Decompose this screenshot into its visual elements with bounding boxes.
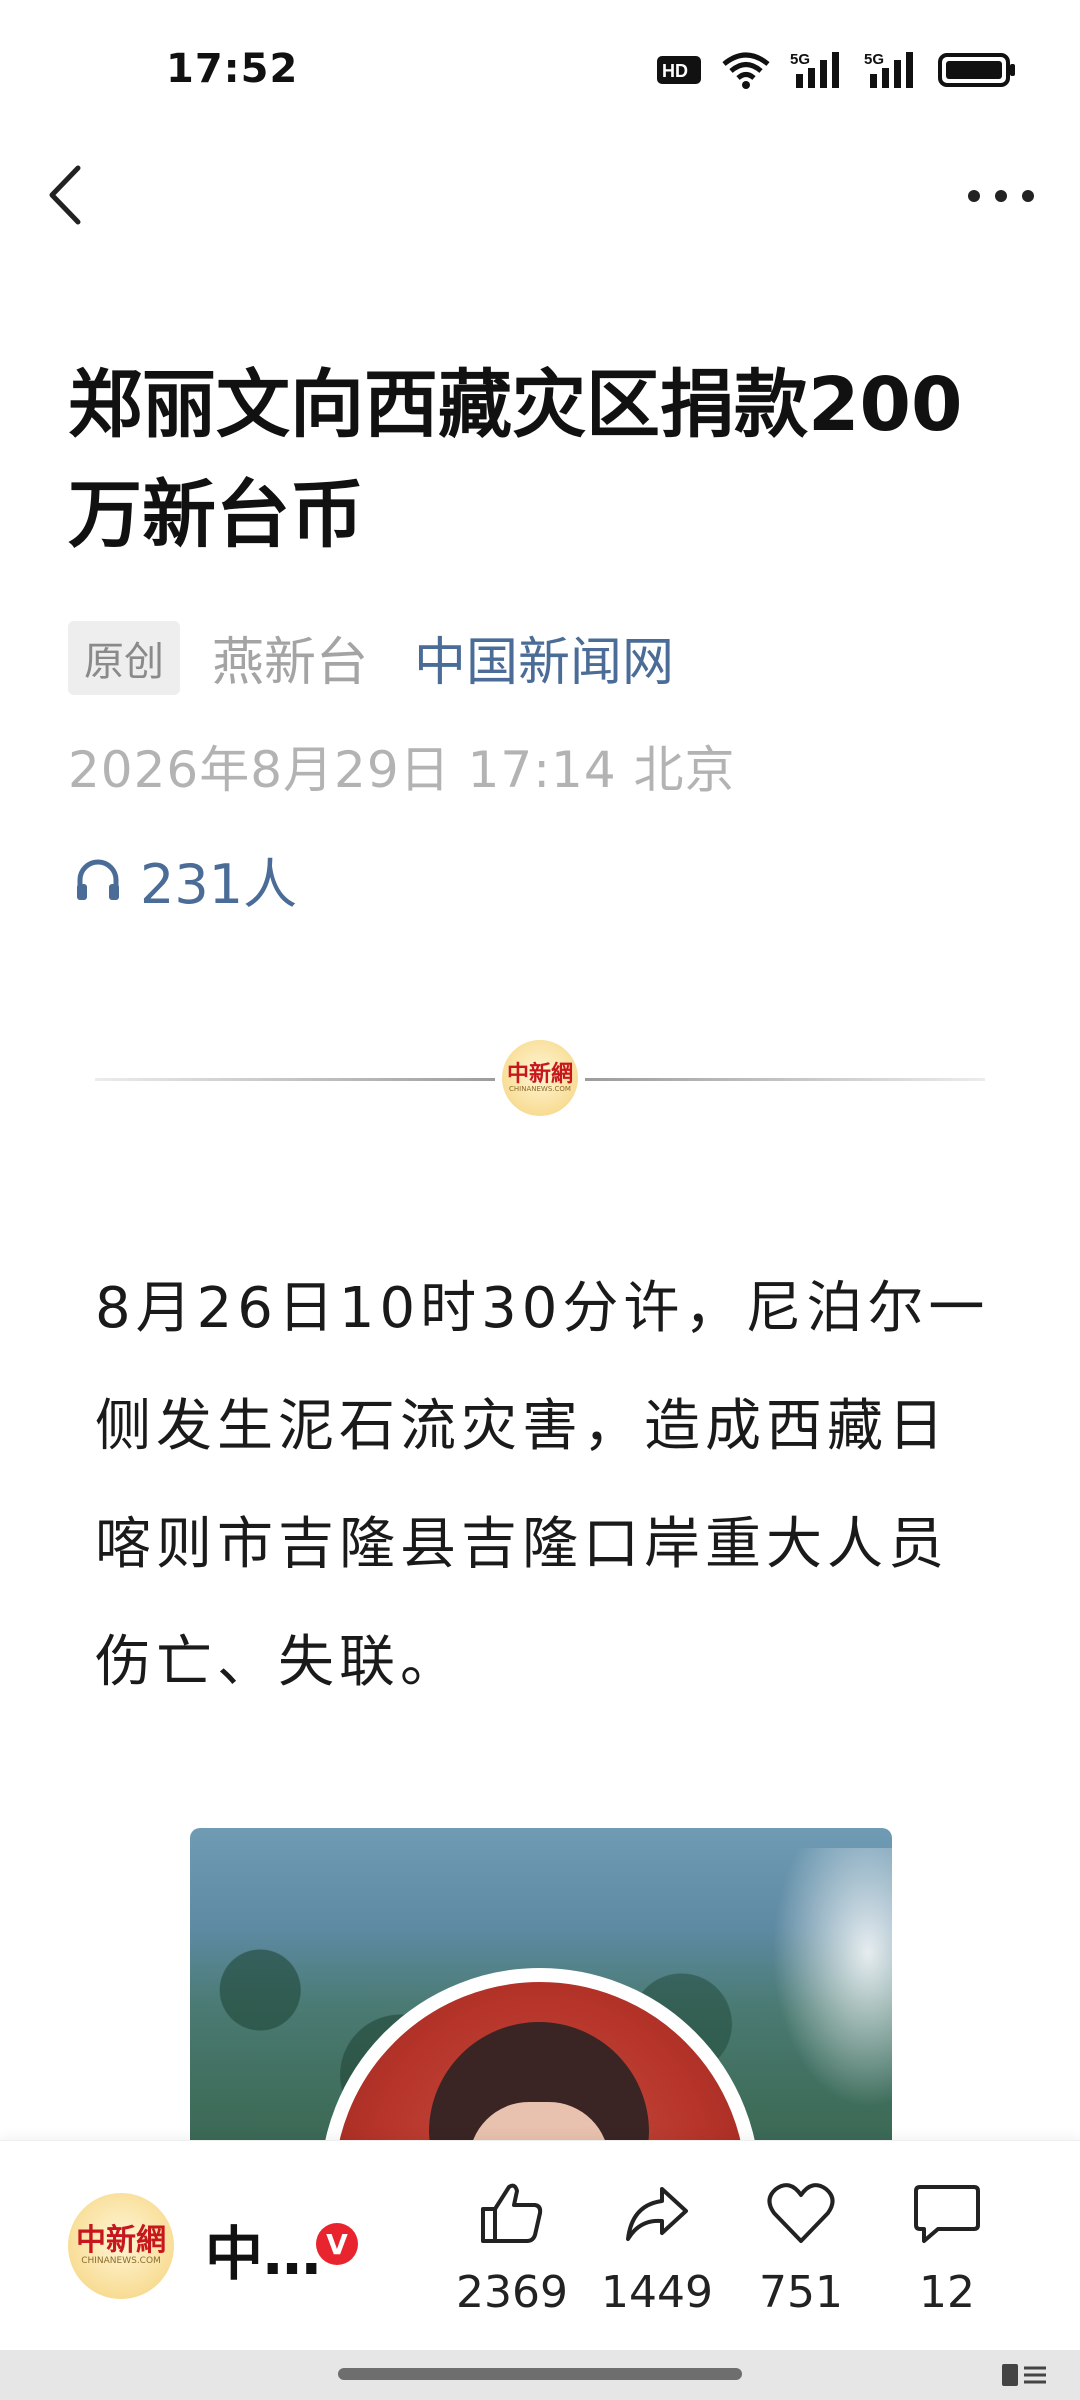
thumbs-up-icon [481,2183,543,2243]
svg-text:5G: 5G [790,51,810,68]
source-link[interactable]: 中国新闻网 [414,620,674,695]
wifi-icon [722,52,770,89]
comment-button[interactable]: 12 [882,2177,1012,2318]
signal-5g-icon: 5G [790,51,839,88]
chinanews-logo: 中新網 CHINANEWS.COM [502,1040,578,1116]
like-count: 2369 [456,2267,568,2318]
hd-icon: HD [657,56,701,84]
original-tag: 原创 [68,620,180,695]
publish-datetime: 2026年8月29日 17:14 北京 [68,741,736,799]
like-button[interactable]: 2369 [447,2177,577,2318]
home-gesture-pill[interactable] [338,2368,742,2380]
headphones-icon [77,859,119,900]
listener-count: 231人 [140,853,298,916]
battery-icon [938,53,1015,87]
listen-button[interactable]: 231人 [72,840,297,919]
signal-5g-icon: 5G [864,51,913,88]
account-name[interactable]: 中… [205,2207,321,2291]
article-paragraph: 8月26日10时30分许，尼泊尔一侧发生泥石流灾害，造成西藏日喀则市吉隆县吉隆口… [95,1276,990,1695]
share-arrow-icon [626,2187,688,2241]
screen-record-icon[interactable] [998,2360,1050,2390]
share-button[interactable]: 1449 [592,2177,722,2318]
image-mist [772,1848,892,2108]
divider-line-left [95,1078,495,1081]
account-avatar[interactable]: 中新網 CHINANEWS.COM [68,2193,174,2299]
comment-count: 12 [919,2267,975,2318]
article-title: 郑丽文向西藏灾区捐款200万新台币 [68,362,963,558]
section-divider: 中新網 CHINANEWS.COM [95,1040,985,1116]
verified-badge: V [316,2223,358,2265]
status-time: 17:52 [166,46,299,92]
article-meta: 原创 燕新台 中国新闻网 [68,620,674,695]
more-dots-icon[interactable] [962,176,1040,216]
heart-icon [767,2183,835,2243]
share-count: 1449 [601,2267,713,2318]
favorite-count: 751 [759,2267,843,2318]
svg-text:HD: HD [662,61,688,81]
chevron-left-icon[interactable] [40,160,96,230]
system-nav-bar [0,2350,1080,2400]
status-icons: HD 5G 5G [656,50,1016,90]
comment-bubble-icon [914,2185,980,2243]
bottom-action-bar: 中新網 CHINANEWS.COM 中… V 2369 1449 751 12 [0,2140,1080,2351]
svg-text:5G: 5G [864,51,884,68]
author-name[interactable]: 燕新台 [212,620,368,695]
divider-line-right [585,1078,985,1081]
favorite-button[interactable]: 751 [736,2177,866,2318]
